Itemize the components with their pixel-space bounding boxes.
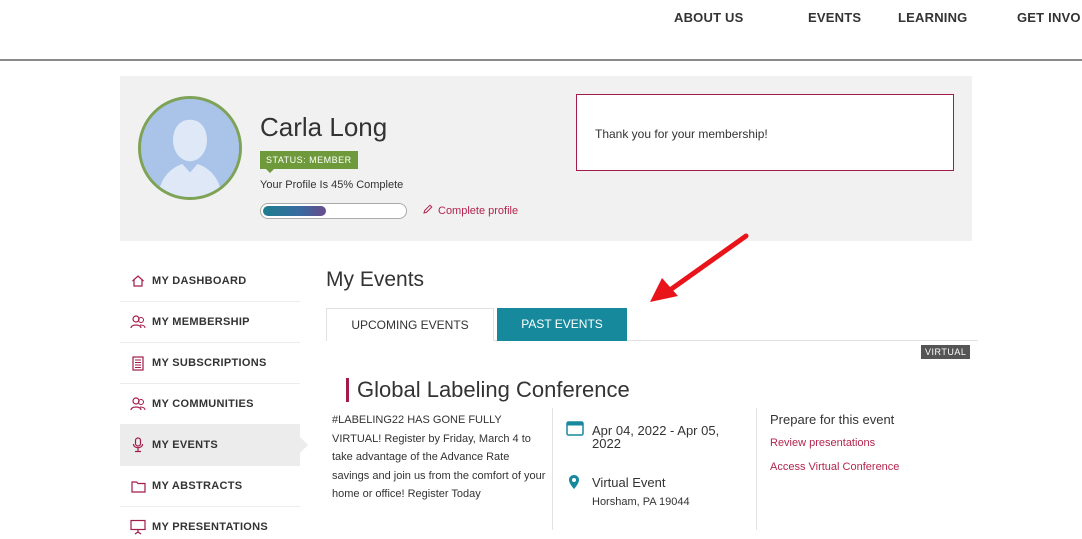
top-navigation: ABOUT US EVENTS LEARNING GET INVO	[0, 0, 1082, 36]
sidebar-item-label: MY ABSTRACTS	[152, 480, 243, 492]
review-presentations-link[interactable]: Review presentations	[770, 437, 875, 449]
column-divider	[552, 408, 553, 530]
microphone-icon	[130, 437, 146, 453]
membership-message-box: Thank you for your membership!	[576, 94, 954, 171]
profile-progress-fill	[263, 206, 327, 216]
profile-progress-bar	[260, 203, 407, 219]
sidebar-item-label: MY PRESENTATIONS	[152, 521, 269, 533]
annotation-arrow-icon	[650, 233, 749, 302]
sidebar-item-events[interactable]: MY EVENTS	[120, 424, 308, 465]
home-icon	[130, 273, 146, 289]
location-pin-icon	[568, 474, 580, 495]
community-icon	[130, 396, 146, 412]
presentation-icon	[130, 519, 146, 535]
prepare-heading: Prepare for this event	[770, 412, 895, 427]
sidebar-item-label: MY MEMBERSHIP	[152, 316, 250, 328]
profile-panel: Carla Long STATUS: MEMBER Your Profile I…	[120, 76, 972, 241]
sidebar-item-dashboard[interactable]: MY DASHBOARD	[120, 260, 300, 301]
event-title[interactable]: Global Labeling Conference	[357, 377, 630, 403]
header-divider	[0, 59, 1082, 61]
sidebar-item-presentations[interactable]: MY PRESENTATIONS	[120, 506, 300, 539]
avatar[interactable]	[138, 96, 242, 200]
complete-profile-label: Complete profile	[438, 205, 519, 217]
nav-about-us[interactable]: ABOUT US	[674, 10, 744, 25]
membership-message: Thank you for your membership!	[595, 127, 768, 141]
profile-completion-text: Your Profile Is 45% Complete	[260, 179, 404, 191]
status-badge: STATUS: MEMBER	[260, 151, 358, 173]
pencil-icon	[423, 204, 433, 217]
event-location-address: Horsham, PA 19044	[592, 496, 690, 508]
tab-upcoming-events[interactable]: UPCOMING EVENTS	[326, 308, 494, 341]
sidebar-item-subscriptions[interactable]: MY SUBSCRIPTIONS	[120, 342, 300, 383]
column-divider	[756, 408, 757, 530]
tab-past-events[interactable]: PAST EVENTS	[497, 308, 627, 341]
page-title: My Events	[326, 268, 425, 291]
sidebar-item-label: MY COMMUNITIES	[152, 398, 254, 410]
sidebar-item-label: MY DASHBOARD	[152, 274, 247, 287]
nav-get-involved[interactable]: GET INVO	[1017, 10, 1081, 25]
complete-profile-link[interactable]: Complete profile	[423, 204, 518, 217]
profile-name: Carla Long	[260, 112, 388, 142]
nav-events[interactable]: EVENTS	[808, 10, 861, 25]
nav-learning[interactable]: LEARNING	[898, 10, 968, 25]
event-location-name: Virtual Event	[592, 475, 666, 490]
folder-icon	[130, 478, 146, 494]
virtual-badge: VIRTUAL	[921, 345, 971, 359]
event-description: #LABELING22 HAS GONE FULLY VIRTUAL! Regi…	[332, 414, 546, 500]
sidebar-item-communities[interactable]: MY COMMUNITIES	[120, 383, 300, 424]
document-icon	[130, 355, 146, 371]
event-date: Apr 04, 2022 - Apr 05, 2022	[592, 423, 720, 451]
event-title-accent	[346, 378, 349, 402]
sidebar-item-label: MY SUBSCRIPTIONS	[152, 357, 267, 369]
member-icon	[130, 314, 146, 330]
sidebar-item-abstracts[interactable]: MY ABSTRACTS	[120, 465, 300, 506]
access-virtual-conference-link[interactable]: Access Virtual Conference	[770, 461, 899, 473]
sidebar-item-label: MY EVENTS	[152, 439, 219, 451]
sidebar-item-membership[interactable]: MY MEMBERSHIP	[120, 301, 300, 342]
calendar-icon	[566, 420, 584, 441]
account-sidebar: MY DASHBOARD MY MEMBERSHIP MY SUBSCRIPTI…	[120, 260, 308, 539]
user-silhouette-icon	[141, 99, 239, 197]
